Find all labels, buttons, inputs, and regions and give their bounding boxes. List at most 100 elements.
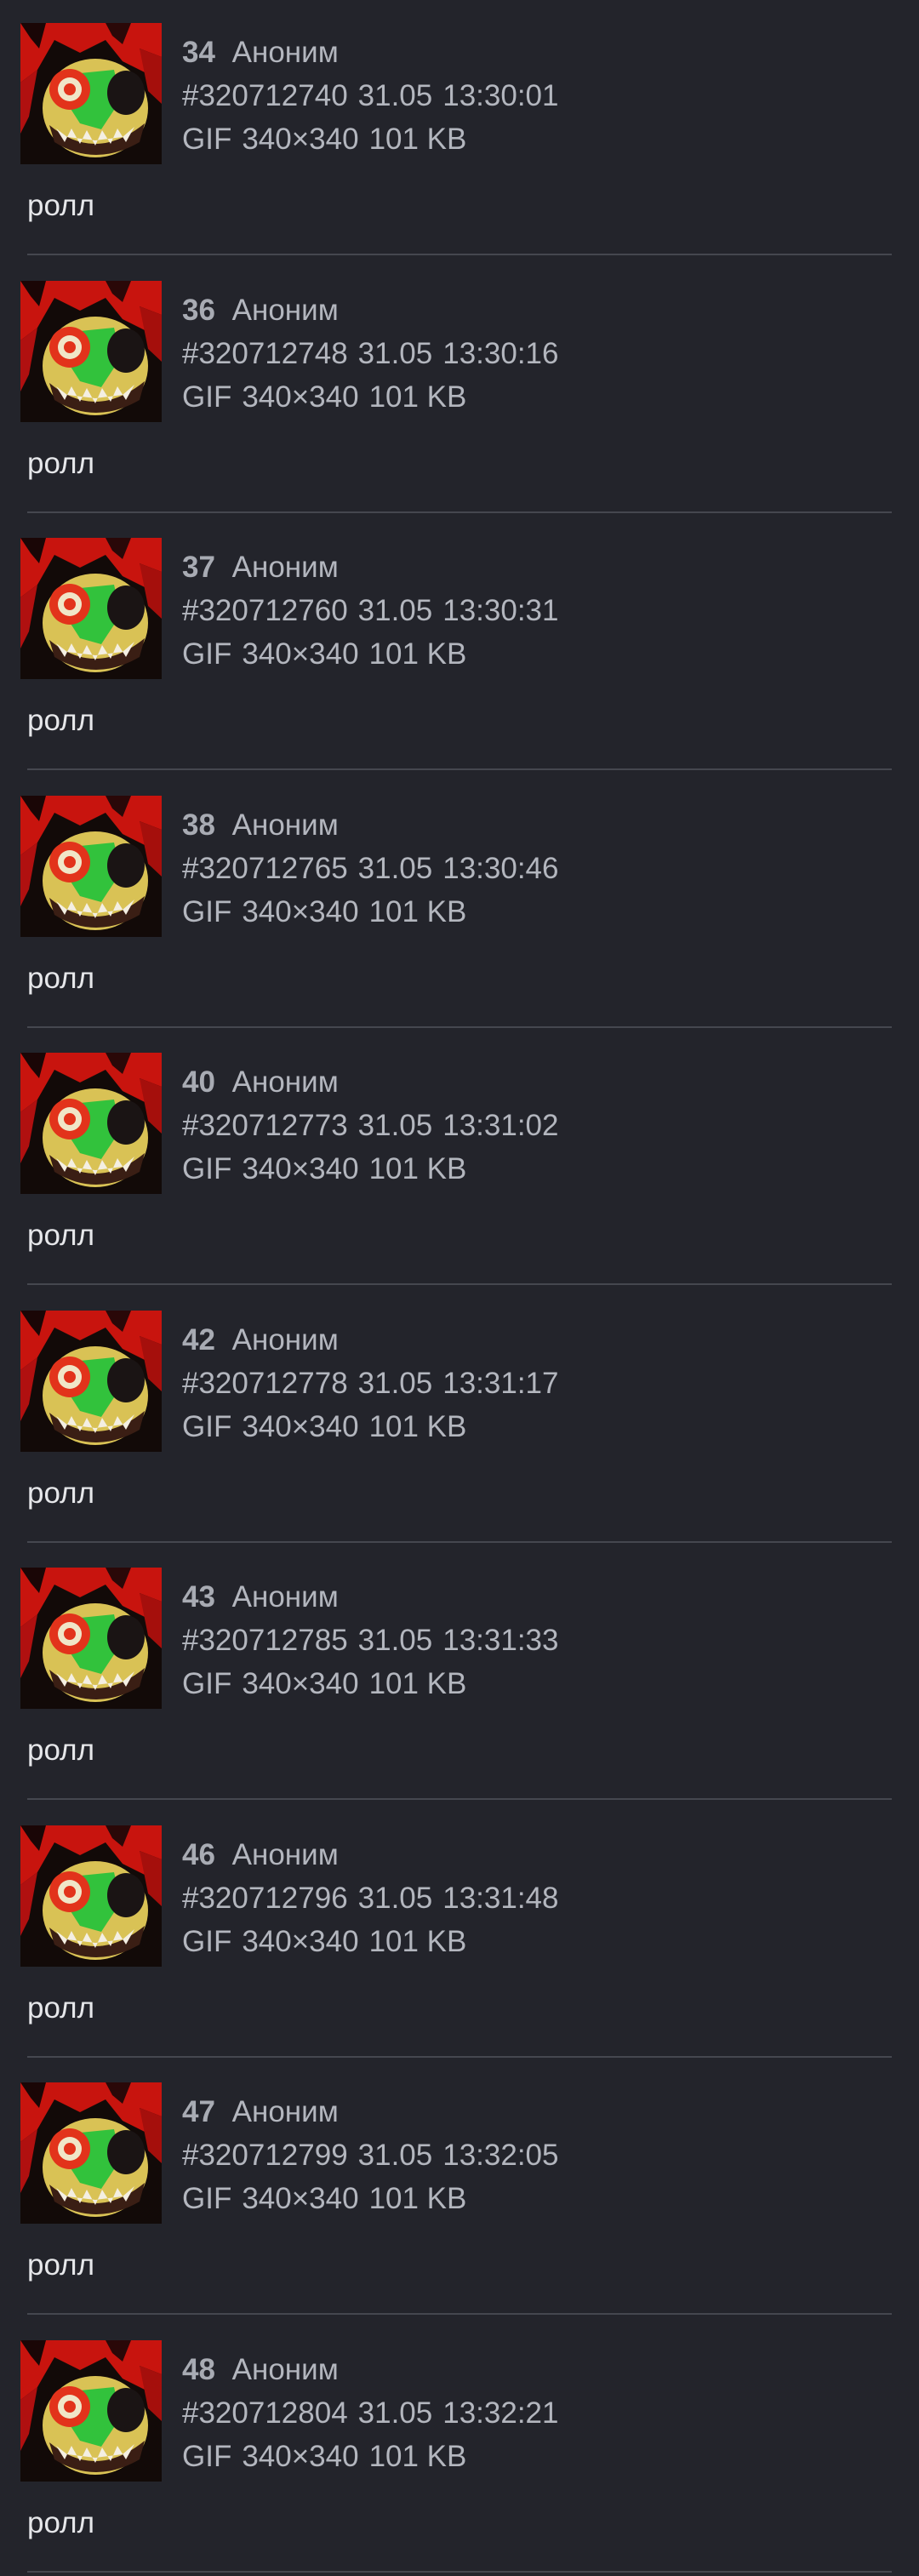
file-dimensions: 340×340 — [242, 1667, 359, 1700]
post-author: Аноним — [231, 1580, 339, 1614]
file-type: GIF — [182, 1667, 232, 1700]
post-author: Аноним — [231, 1065, 339, 1099]
post-divider — [27, 768, 892, 770]
file-type: GIF — [182, 123, 232, 156]
gif-thumbnail-icon — [20, 1825, 162, 1967]
post-date: 31.05 — [357, 1366, 433, 1400]
post-divider — [27, 2055, 892, 2058]
post-author: Аноним — [231, 1837, 339, 1871]
post-author: Аноним — [231, 293, 339, 327]
post-date: 31.05 — [357, 336, 433, 370]
post-date: 31.05 — [357, 1881, 433, 1915]
post-date: 31.05 — [357, 594, 433, 627]
gif-thumbnail-icon — [20, 23, 162, 164]
post-thumbnail[interactable] — [20, 538, 162, 679]
thread-post-list: 34 Аноним #320712740 31.05 13:30:01 GIF 340… — [0, 0, 919, 2576]
post-number[interactable]: 37 — [182, 551, 215, 584]
post-number[interactable]: 43 — [182, 1580, 215, 1614]
post-comment: ролл — [27, 2505, 95, 2539]
post-number[interactable]: 48 — [182, 2353, 215, 2386]
post-divider — [27, 2570, 892, 2573]
post-meta: 34 Аноним #320712740 31.05 13:30:01 GIF 340… — [182, 31, 559, 161]
post-id-link[interactable]: #320712799 — [182, 2139, 348, 2172]
post-comment: ролл — [27, 446, 95, 480]
post-divider — [27, 1798, 892, 1800]
post-thumbnail[interactable] — [20, 795, 162, 937]
post-comment: ролл — [27, 1219, 95, 1252]
post-id-link[interactable]: #320712748 — [182, 337, 348, 370]
post-id-link[interactable]: #320712773 — [182, 1109, 348, 1142]
post-id-link[interactable]: #320712804 — [182, 2396, 348, 2430]
post-author: Аноним — [231, 1322, 339, 1357]
post-meta: 48 Аноним #320712804 31.05 13:32:21 GIF 340… — [182, 2348, 559, 2478]
post-thumbnail[interactable] — [20, 280, 162, 422]
post-time: 13:30:01 — [442, 79, 559, 112]
file-size: 101 KB — [368, 894, 467, 928]
post-thumbnail[interactable] — [20, 1310, 162, 1452]
post-divider — [27, 511, 892, 513]
post-number[interactable]: 38 — [182, 808, 215, 842]
file-size: 101 KB — [368, 1409, 467, 1443]
file-dimensions: 340×340 — [242, 1924, 359, 1958]
post-date: 31.05 — [357, 2396, 433, 2430]
post-date: 31.05 — [357, 79, 433, 112]
post-author: Аноним — [231, 2095, 339, 2128]
post: 38 Аноним #320712765 31.05 13:30:46 GIF 340… — [0, 773, 919, 1030]
post-date: 31.05 — [357, 1624, 433, 1657]
post-id-link[interactable]: #320712765 — [182, 852, 348, 885]
file-type: GIF — [182, 1152, 232, 1185]
file-type: GIF — [182, 1924, 232, 1958]
post-thumbnail[interactable] — [20, 2082, 162, 2224]
post-id-link[interactable]: #320712785 — [182, 1624, 348, 1657]
post-author: Аноним — [231, 808, 339, 842]
file-size: 101 KB — [368, 1667, 467, 1700]
file-type: GIF — [182, 894, 232, 928]
post-number[interactable]: 42 — [182, 1323, 215, 1357]
post-number[interactable]: 40 — [182, 1065, 215, 1099]
post-time: 13:32:05 — [442, 2139, 559, 2172]
file-type: GIF — [182, 637, 232, 671]
post: 46 Аноним #320712796 31.05 13:31:48 GIF 340… — [0, 1802, 919, 2059]
post-id-link[interactable]: #320712760 — [182, 594, 348, 627]
post-thumbnail[interactable] — [20, 2339, 162, 2482]
post-thumbnail[interactable] — [20, 23, 162, 164]
gif-thumbnail-icon — [20, 2339, 162, 2482]
gif-thumbnail-icon — [20, 280, 162, 422]
post-id-link[interactable]: #320712796 — [182, 1882, 348, 1915]
post-thumbnail[interactable] — [20, 1053, 162, 1194]
post-number[interactable]: 47 — [182, 2095, 215, 2128]
post-comment: ролл — [27, 704, 95, 737]
file-dimensions: 340×340 — [242, 894, 359, 928]
post-meta: 47 Аноним #320712799 31.05 13:32:05 GIF 340… — [182, 2090, 559, 2220]
post-time: 13:32:21 — [442, 2396, 559, 2430]
post-time: 13:30:16 — [442, 336, 559, 370]
file-type: GIF — [182, 380, 232, 414]
file-dimensions: 340×340 — [242, 637, 359, 671]
post-author: Аноним — [231, 551, 339, 584]
post-id-link[interactable]: #320712778 — [182, 1367, 348, 1400]
post-meta: 43 Аноним #320712785 31.05 13:31:33 GIF 340… — [182, 1575, 559, 1705]
post-meta: 46 Аноним #320712796 31.05 13:31:48 GIF 340… — [182, 1833, 559, 1963]
file-type: GIF — [182, 2182, 232, 2215]
file-size: 101 KB — [368, 2182, 467, 2215]
post-time: 13:31:02 — [442, 1109, 559, 1142]
post-thumbnail[interactable] — [20, 1568, 162, 1709]
file-size: 101 KB — [368, 1924, 467, 1958]
post-comment: ролл — [27, 961, 95, 995]
post-number[interactable]: 36 — [182, 294, 215, 327]
post-id-link[interactable]: #320712740 — [182, 79, 348, 112]
post-number[interactable]: 34 — [182, 36, 215, 69]
post: 36 Аноним #320712748 31.05 13:30:16 GIF 340… — [0, 258, 919, 515]
file-dimensions: 340×340 — [242, 1409, 359, 1443]
file-dimensions: 340×340 — [242, 123, 359, 156]
post-divider — [27, 254, 892, 255]
file-size: 101 KB — [368, 637, 467, 671]
post: 42 Аноним #320712778 31.05 13:31:17 GIF 340… — [0, 1288, 919, 1545]
file-type: GIF — [182, 1409, 232, 1443]
post-number[interactable]: 46 — [182, 1838, 215, 1871]
file-size: 101 KB — [368, 2439, 467, 2473]
post-date: 31.05 — [357, 1109, 433, 1142]
post: 40 Аноним #320712773 31.05 13:31:02 GIF 340… — [0, 1030, 919, 1287]
post-date: 31.05 — [357, 851, 433, 885]
post-thumbnail[interactable] — [20, 1825, 162, 1967]
